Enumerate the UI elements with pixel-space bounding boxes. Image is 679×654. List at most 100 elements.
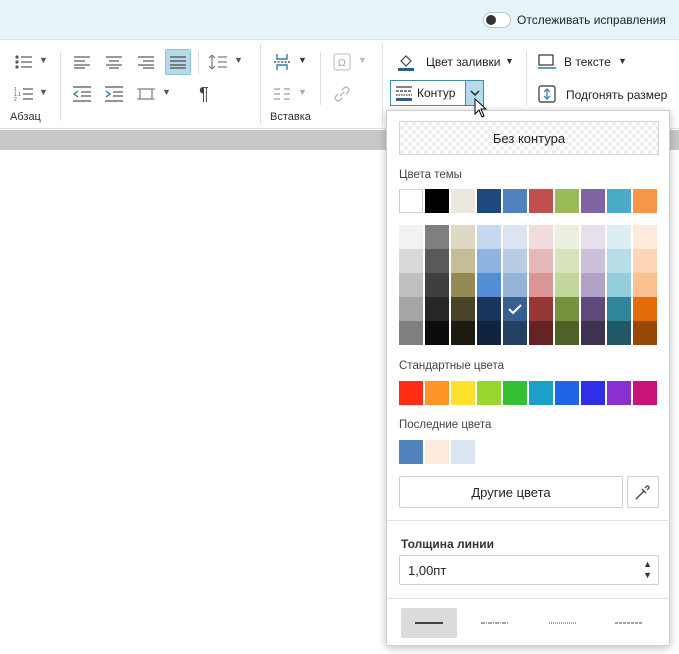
theme-shade-swatch[interactable] xyxy=(399,297,423,321)
line-style-dashed[interactable] xyxy=(601,608,657,638)
fit-size-icon-button[interactable] xyxy=(536,83,558,105)
theme-color-swatch[interactable] xyxy=(503,189,527,213)
numbered-list-dropdown-icon[interactable]: ▼ xyxy=(39,87,48,97)
in-text-dropdown-icon[interactable]: ▼ xyxy=(618,56,627,66)
theme-shade-swatch[interactable] xyxy=(477,249,501,273)
theme-color-swatch[interactable] xyxy=(451,189,475,213)
theme-color-swatch[interactable] xyxy=(633,189,657,213)
theme-shade-swatch[interactable] xyxy=(477,321,501,345)
align-left-button[interactable] xyxy=(70,51,94,73)
theme-color-swatch[interactable] xyxy=(607,189,631,213)
theme-shade-swatch[interactable] xyxy=(451,225,475,249)
theme-shade-swatch[interactable] xyxy=(425,225,449,249)
theme-shade-swatch[interactable] xyxy=(633,225,657,249)
page-break-button[interactable] xyxy=(270,51,294,73)
theme-shade-swatch[interactable] xyxy=(425,297,449,321)
in-text-label[interactable]: В тексте xyxy=(564,55,611,69)
theme-shade-swatch[interactable] xyxy=(555,249,579,273)
special-character-dropdown-icon[interactable]: ▼ xyxy=(358,55,367,65)
theme-shade-swatch[interactable] xyxy=(399,273,423,297)
page-break-dropdown-icon[interactable]: ▼ xyxy=(298,55,307,65)
theme-shade-swatch[interactable] xyxy=(633,297,657,321)
theme-shade-swatch[interactable] xyxy=(555,225,579,249)
recent-color-swatch[interactable] xyxy=(399,440,423,464)
chevron-up-icon[interactable]: ▲ xyxy=(643,559,652,570)
theme-shade-swatch[interactable] xyxy=(581,321,605,345)
contour-button[interactable]: Контур xyxy=(390,80,484,106)
standard-color-swatch[interactable] xyxy=(399,381,423,405)
fill-color-dropdown-icon[interactable]: ▼ xyxy=(505,56,514,66)
theme-shade-swatch[interactable] xyxy=(529,273,553,297)
standard-color-swatch[interactable] xyxy=(503,381,527,405)
paragraph-borders-dropdown-icon[interactable]: ▼ xyxy=(162,87,171,97)
theme-shade-swatch[interactable] xyxy=(425,273,449,297)
theme-color-swatch[interactable] xyxy=(581,189,605,213)
bullet-list-button[interactable] xyxy=(12,51,36,73)
line-spacing-button[interactable] xyxy=(206,51,230,73)
theme-shade-swatch[interactable] xyxy=(451,273,475,297)
theme-shade-swatch-selected[interactable] xyxy=(503,297,527,321)
standard-color-swatch[interactable] xyxy=(529,381,553,405)
theme-shade-swatch[interactable] xyxy=(425,321,449,345)
standard-color-swatch[interactable] xyxy=(477,381,501,405)
theme-shade-swatch[interactable] xyxy=(633,321,657,345)
theme-shade-swatch[interactable] xyxy=(425,249,449,273)
paragraph-borders-button[interactable] xyxy=(134,83,158,105)
theme-shade-swatch[interactable] xyxy=(503,225,527,249)
theme-shade-swatch[interactable] xyxy=(529,297,553,321)
align-right-button[interactable] xyxy=(134,51,158,73)
pilcrow-button[interactable]: ¶ xyxy=(192,83,216,105)
theme-shade-swatch[interactable] xyxy=(555,297,579,321)
wrap-text-icon-button[interactable] xyxy=(536,51,558,73)
theme-shade-swatch[interactable] xyxy=(503,273,527,297)
columns-dropdown-icon[interactable]: ▼ xyxy=(298,87,307,97)
theme-shade-swatch[interactable] xyxy=(581,249,605,273)
line-style-dash-dot[interactable] xyxy=(467,608,523,638)
line-spacing-dropdown-icon[interactable]: ▼ xyxy=(234,55,243,65)
standard-color-swatch[interactable] xyxy=(451,381,475,405)
toggle-switch[interactable] xyxy=(483,12,511,28)
columns-button[interactable] xyxy=(270,83,294,105)
theme-shade-swatch[interactable] xyxy=(555,273,579,297)
theme-shade-swatch[interactable] xyxy=(581,297,605,321)
increase-indent-button[interactable] xyxy=(102,83,126,105)
theme-shade-swatch[interactable] xyxy=(503,249,527,273)
other-colors-button[interactable]: Другие цвета xyxy=(399,476,623,508)
theme-shade-swatch[interactable] xyxy=(607,297,631,321)
spinner-arrows[interactable]: ▲ ▼ xyxy=(643,559,652,581)
theme-shade-swatch[interactable] xyxy=(451,321,475,345)
standard-color-swatch[interactable] xyxy=(555,381,579,405)
theme-color-swatch[interactable] xyxy=(399,189,423,213)
theme-color-swatch[interactable] xyxy=(477,189,501,213)
theme-shade-swatch[interactable] xyxy=(477,273,501,297)
theme-color-swatch[interactable] xyxy=(555,189,579,213)
fill-color-icon-button[interactable] xyxy=(396,51,416,73)
bullet-list-dropdown-icon[interactable]: ▼ xyxy=(39,55,48,65)
track-changes-toggle[interactable]: Отслеживать исправления xyxy=(483,12,666,28)
recent-color-swatch[interactable] xyxy=(451,440,475,464)
fill-color-label[interactable]: Цвет заливки xyxy=(426,55,500,69)
recent-color-swatch[interactable] xyxy=(425,440,449,464)
theme-color-swatch[interactable] xyxy=(529,189,553,213)
theme-shade-swatch[interactable] xyxy=(529,249,553,273)
theme-shade-swatch[interactable] xyxy=(529,321,553,345)
align-center-button[interactable] xyxy=(102,51,126,73)
theme-shade-swatch[interactable] xyxy=(633,249,657,273)
standard-color-swatch[interactable] xyxy=(581,381,605,405)
line-thickness-input[interactable]: 1,00пт ▲ ▼ xyxy=(399,555,659,585)
align-justify-button[interactable] xyxy=(165,49,191,75)
theme-shade-swatch[interactable] xyxy=(399,249,423,273)
standard-color-swatch[interactable] xyxy=(607,381,631,405)
theme-shade-swatch[interactable] xyxy=(477,297,501,321)
decrease-indent-button[interactable] xyxy=(70,83,94,105)
eyedropper-button[interactable] xyxy=(627,476,659,508)
no-contour-button[interactable]: Без контура xyxy=(399,121,659,155)
line-style-solid[interactable] xyxy=(401,608,457,638)
theme-shade-swatch[interactable] xyxy=(607,225,631,249)
standard-color-swatch[interactable] xyxy=(425,381,449,405)
hyperlink-button[interactable] xyxy=(330,83,354,105)
theme-shade-swatch[interactable] xyxy=(451,249,475,273)
theme-shade-swatch[interactable] xyxy=(607,321,631,345)
chevron-down-icon[interactable]: ▼ xyxy=(643,570,652,581)
theme-shade-swatch[interactable] xyxy=(633,273,657,297)
